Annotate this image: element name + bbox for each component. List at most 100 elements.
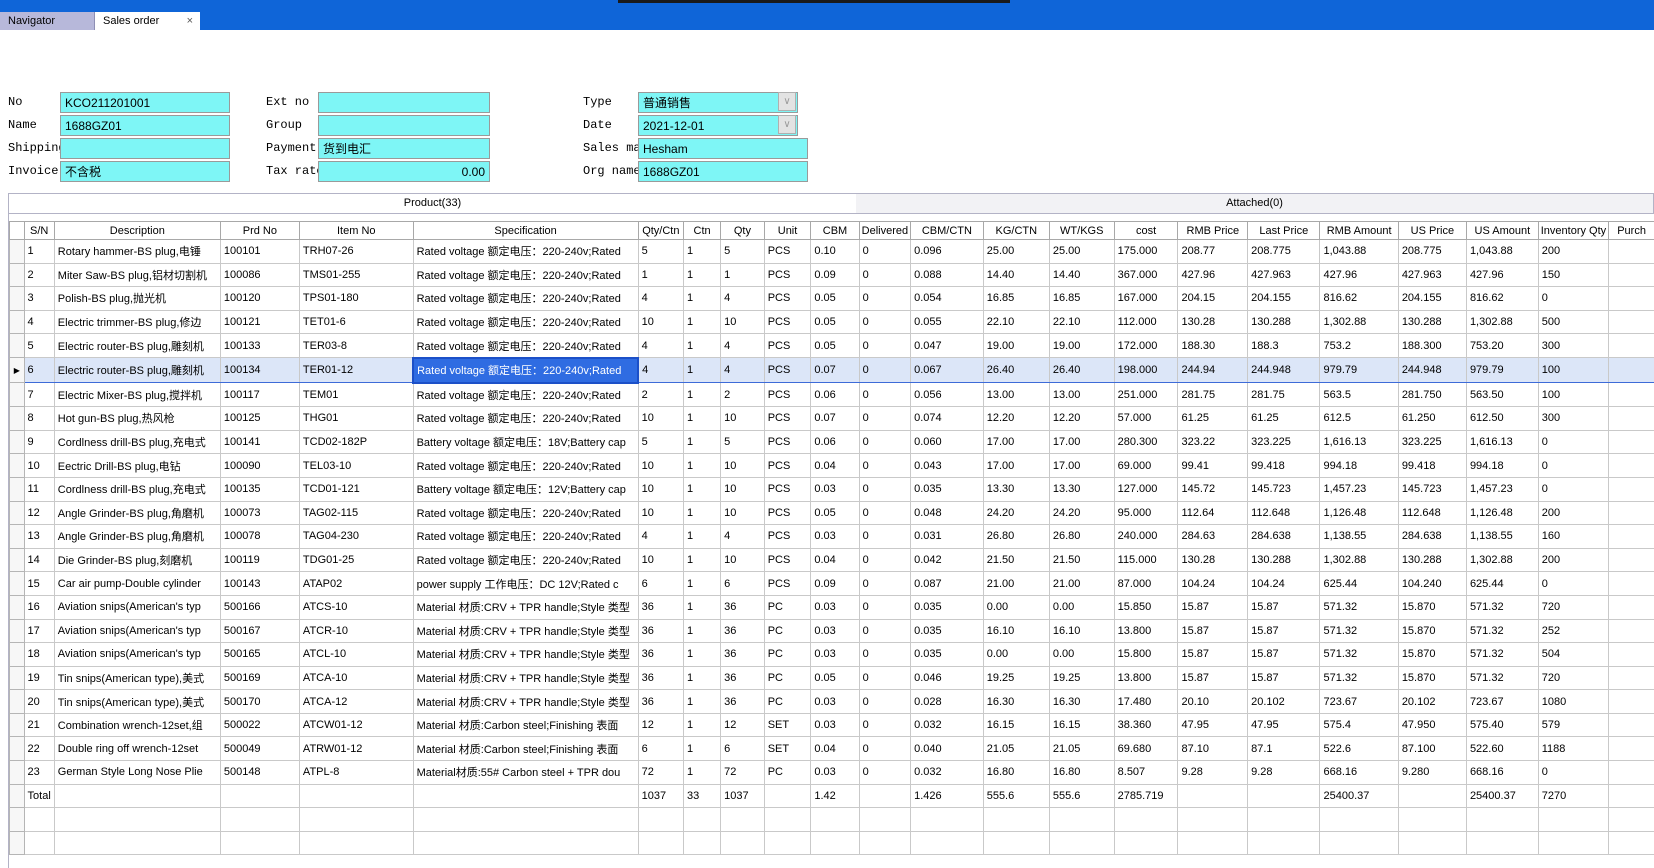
grid-cell[interactable]: 72 xyxy=(721,761,765,785)
grid-cell[interactable]: ATPL-8 xyxy=(299,761,413,785)
grid-cell[interactable]: 112.648 xyxy=(1248,501,1320,525)
grid-cell[interactable] xyxy=(1609,572,1654,596)
grid-cell[interactable]: 500167 xyxy=(220,619,299,643)
grid-cell[interactable]: 816.62 xyxy=(1466,287,1538,311)
grid-cell[interactable]: 100141 xyxy=(220,430,299,454)
grid-cell[interactable]: 57.000 xyxy=(1114,407,1178,431)
column-header[interactable]: RMB Amount xyxy=(1320,222,1398,240)
column-header[interactable]: Unit xyxy=(764,222,811,240)
grid-cell[interactable]: 9.280 xyxy=(1398,761,1466,785)
grid-cell[interactable]: Rated voltage 额定电压：220-240v;Rated xyxy=(413,310,638,334)
grid-cell[interactable]: 25.00 xyxy=(983,240,1049,264)
grid-cell[interactable]: 0.035 xyxy=(911,643,984,667)
grid-cell[interactable]: 281.75 xyxy=(1248,383,1320,407)
grid-cell[interactable]: 26.40 xyxy=(983,358,1049,383)
grid-cell[interactable] xyxy=(1609,548,1654,572)
grid-cell[interactable]: 284.638 xyxy=(1248,525,1320,549)
row-selector[interactable] xyxy=(10,548,25,572)
grid-cell[interactable]: 175.000 xyxy=(1114,240,1178,264)
grid-cell[interactable]: 625.44 xyxy=(1320,572,1398,596)
grid-cell[interactable]: 0 xyxy=(1538,761,1608,785)
grid-cell[interactable]: 612.5 xyxy=(1320,407,1398,431)
row-selector[interactable] xyxy=(10,666,25,690)
grid-cell[interactable]: Rated voltage 额定电压：220-240v;Rated xyxy=(413,548,638,572)
row-selector[interactable] xyxy=(10,737,25,761)
grid-cell[interactable]: 0.031 xyxy=(911,525,984,549)
grid-cell[interactable]: 612.50 xyxy=(1466,407,1538,431)
grid-cell[interactable]: 0.05 xyxy=(811,334,859,358)
grid-cell[interactable]: 47.950 xyxy=(1398,713,1466,737)
grid-cell[interactable]: 24.20 xyxy=(1049,501,1114,525)
grid-cell[interactable]: 12 xyxy=(638,713,683,737)
grid-cell[interactable]: 16.15 xyxy=(983,713,1049,737)
grid-cell[interactable]: 0 xyxy=(859,454,910,478)
grid-cell[interactable]: 145.723 xyxy=(1398,477,1466,501)
grid-cell[interactable]: 0 xyxy=(859,525,910,549)
grid-cell[interactable]: PC xyxy=(764,619,811,643)
column-header[interactable]: Inventory Qty xyxy=(1538,222,1608,240)
grid-cell[interactable]: 1,043.88 xyxy=(1320,240,1398,264)
grid-cell[interactable]: 1080 xyxy=(1538,690,1608,714)
grid-cell[interactable]: Rated voltage 额定电压：220-240v;Rated xyxy=(413,240,638,264)
grid-cell[interactable]: 0.04 xyxy=(811,737,859,761)
grid-cell[interactable]: 6 xyxy=(638,572,683,596)
grid-cell[interactable]: Angle Grinder-BS plug,角磨机 xyxy=(54,525,220,549)
invoice-field[interactable] xyxy=(60,161,230,182)
grid-cell[interactable]: 0.048 xyxy=(911,501,984,525)
grid-cell[interactable]: 0.03 xyxy=(811,595,859,619)
grid-cell[interactable]: 10 xyxy=(638,310,683,334)
grid-cell[interactable]: 0.03 xyxy=(811,690,859,714)
grid-cell[interactable]: 571.32 xyxy=(1466,619,1538,643)
grid-cell[interactable]: 575.40 xyxy=(1466,713,1538,737)
grid-cell[interactable]: 500148 xyxy=(220,761,299,785)
grid-cell[interactable]: 0 xyxy=(859,643,910,667)
grid-cell[interactable]: Hot gun-BS plug,热风枪 xyxy=(54,407,220,431)
row-selector[interactable]: ▶ xyxy=(10,358,25,383)
grid-cell[interactable]: 12 xyxy=(24,501,54,525)
grid-cell[interactable]: 130.288 xyxy=(1398,548,1466,572)
grid-cell[interactable]: 0.03 xyxy=(811,643,859,667)
grid-cell[interactable]: 427.963 xyxy=(1398,263,1466,287)
grid-cell[interactable]: 427.96 xyxy=(1320,263,1398,287)
row-selector[interactable] xyxy=(10,501,25,525)
grid-cell[interactable]: 1 xyxy=(721,263,765,287)
column-header[interactable]: Last Price xyxy=(1248,222,1320,240)
row-selector[interactable] xyxy=(10,383,25,407)
grid-cell[interactable]: 1 xyxy=(684,595,721,619)
grid-cell[interactable]: 100143 xyxy=(220,572,299,596)
grid-cell[interactable]: 571.32 xyxy=(1320,643,1398,667)
grid-cell[interactable]: 1 xyxy=(684,287,721,311)
row-selector[interactable] xyxy=(10,619,25,643)
grid-cell[interactable]: 280.300 xyxy=(1114,430,1178,454)
grid-cell[interactable]: 100 xyxy=(1538,383,1608,407)
grid-cell[interactable]: 281.750 xyxy=(1398,383,1466,407)
grid-cell[interactable]: 16.10 xyxy=(1049,619,1114,643)
grid-cell[interactable]: 0 xyxy=(859,287,910,311)
grid-cell[interactable]: 244.948 xyxy=(1248,358,1320,383)
grid-cell[interactable]: 0.035 xyxy=(911,619,984,643)
grid-cell[interactable]: 571.32 xyxy=(1466,595,1538,619)
grid-cell[interactable]: 0.035 xyxy=(911,477,984,501)
grid-cell[interactable]: 26.40 xyxy=(1049,358,1114,383)
name-field[interactable] xyxy=(60,115,230,136)
grid-cell[interactable]: Electric router-BS plug,雕刻机 xyxy=(54,334,220,358)
grid-cell[interactable]: 15 xyxy=(24,572,54,596)
row-selector[interactable] xyxy=(10,595,25,619)
row-selector[interactable] xyxy=(10,643,25,667)
grid-cell[interactable]: PCS xyxy=(764,572,811,596)
grid-cell[interactable]: 0.09 xyxy=(811,263,859,287)
grid-cell[interactable]: 0.040 xyxy=(911,737,984,761)
grid-cell[interactable]: Aviation snips(American's typ xyxy=(54,595,220,619)
grid-cell[interactable]: PCS xyxy=(764,383,811,407)
grid-cell[interactable]: 0.074 xyxy=(911,407,984,431)
grid-cell[interactable]: 12 xyxy=(721,713,765,737)
grid-cell[interactable]: 145.72 xyxy=(1178,477,1248,501)
tab-sales-order[interactable]: Sales order × xyxy=(95,12,200,30)
grid-cell[interactable]: 323.22 xyxy=(1178,430,1248,454)
row-selector[interactable] xyxy=(10,784,25,808)
grid-cell[interactable]: 0.028 xyxy=(911,690,984,714)
grid-cell[interactable]: 14 xyxy=(24,548,54,572)
grid-cell[interactable] xyxy=(1609,240,1654,264)
grid-cell[interactable]: TER03-8 xyxy=(299,334,413,358)
grid-cell[interactable]: 17.00 xyxy=(1049,454,1114,478)
